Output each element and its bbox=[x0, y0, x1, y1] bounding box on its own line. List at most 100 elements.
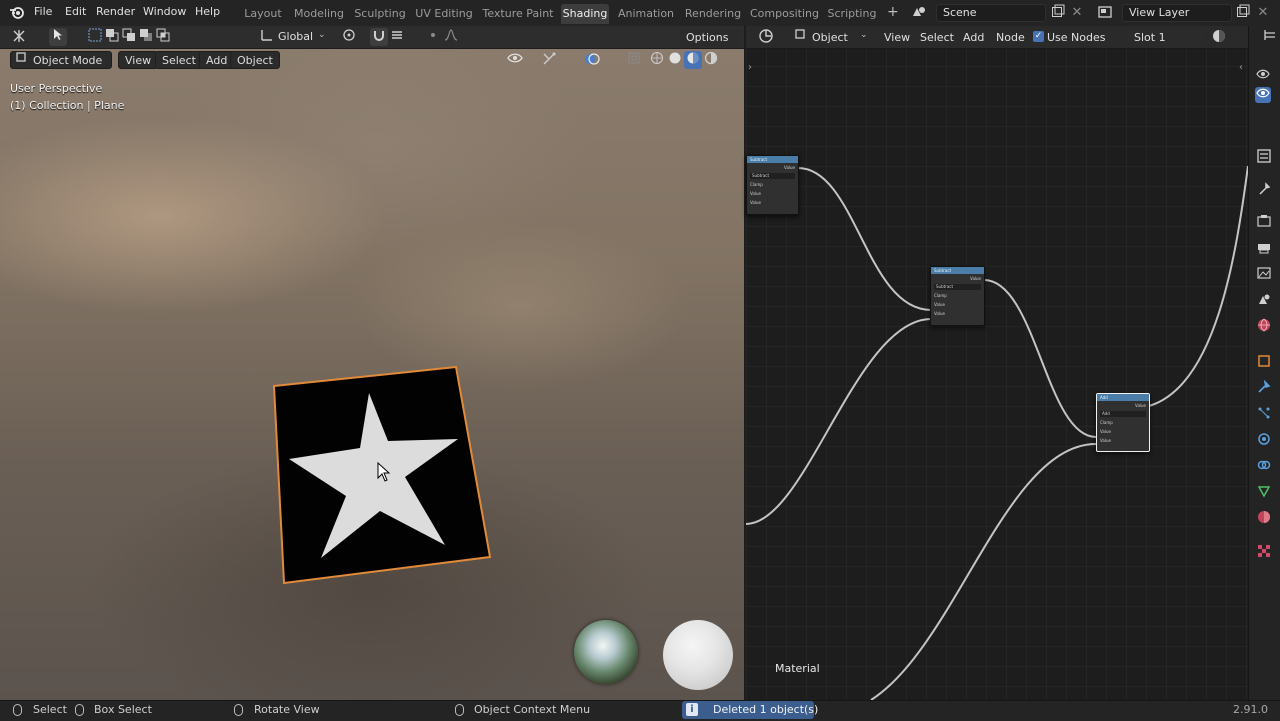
math-node-subtract[interactable]: Subtract Value Subtract Clamp Value Valu… bbox=[746, 155, 799, 215]
select-mode-extend-icon[interactable] bbox=[103, 28, 121, 46]
node-title: Add bbox=[1097, 394, 1149, 401]
world-icon[interactable] bbox=[1256, 318, 1272, 334]
menu-file[interactable]: File bbox=[34, 5, 52, 18]
menu-view[interactable]: View bbox=[118, 51, 159, 69]
node-operation-select[interactable]: Add bbox=[1100, 411, 1146, 417]
visibility-icon[interactable] bbox=[506, 51, 524, 69]
pivot-point-icon[interactable] bbox=[340, 28, 358, 46]
properties-editor-icon[interactable] bbox=[1256, 148, 1272, 164]
output-icon[interactable] bbox=[1256, 240, 1272, 256]
menu-select[interactable]: Select bbox=[155, 51, 203, 69]
mouse-drag-icon bbox=[75, 704, 84, 716]
solid-shading-icon[interactable] bbox=[666, 51, 684, 69]
node-input-label: Value bbox=[750, 191, 761, 196]
view-layer-field[interactable]: View Layer bbox=[1122, 4, 1232, 22]
node-clamp-checkbox[interactable]: Clamp bbox=[1097, 418, 1149, 427]
tool-icon[interactable] bbox=[1256, 182, 1272, 198]
rendered-shading-icon[interactable] bbox=[702, 51, 720, 69]
render-icon[interactable] bbox=[1256, 214, 1272, 230]
mouse-left-icon bbox=[13, 704, 22, 716]
node-operation-select[interactable]: Subtract bbox=[750, 173, 795, 179]
menu-object[interactable]: Object bbox=[230, 51, 280, 69]
options-dropdown[interactable]: Options bbox=[680, 29, 740, 47]
top-menu-bar: File Edit Render Window Help Layout Mode… bbox=[0, 0, 1280, 27]
tab-layout[interactable]: Layout bbox=[243, 4, 283, 24]
viewport-collection-label: (1) Collection | Plane bbox=[10, 99, 125, 112]
add-workspace-button[interactable]: + bbox=[887, 4, 899, 20]
select-mode-subtract-icon[interactable] bbox=[120, 28, 138, 46]
tab-texture-paint[interactable]: Texture Paint bbox=[482, 4, 554, 24]
tab-uv-editing[interactable]: UV Editing bbox=[415, 4, 473, 24]
material-preview-shading-icon[interactable] bbox=[684, 51, 702, 69]
texture-icon[interactable] bbox=[1256, 544, 1272, 560]
chevron-down-icon: ⌄ bbox=[318, 30, 326, 40]
node-links bbox=[746, 165, 1248, 700]
view-layer-props-icon[interactable] bbox=[1256, 266, 1272, 282]
node-output-label: Value bbox=[970, 276, 981, 281]
node-title: Subtract bbox=[931, 267, 984, 274]
status-rotate-view-hint: Rotate View bbox=[254, 703, 320, 716]
viewport-perspective-label: User Perspective bbox=[10, 82, 103, 95]
tab-modeling[interactable]: Modeling bbox=[293, 4, 345, 24]
node-link bbox=[746, 318, 932, 525]
material-icon[interactable] bbox=[1256, 510, 1272, 526]
node-input-label: Value bbox=[934, 302, 945, 307]
particles-icon[interactable] bbox=[1256, 406, 1272, 422]
node-link bbox=[870, 443, 1097, 700]
scene-props-icon[interactable] bbox=[1256, 292, 1272, 308]
tab-scripting[interactable]: Scripting bbox=[826, 4, 878, 24]
node-clamp-checkbox[interactable]: Clamp bbox=[931, 291, 984, 300]
mouse-cursor-icon bbox=[377, 461, 391, 485]
select-mode-new-icon[interactable] bbox=[86, 28, 104, 46]
menu-help[interactable]: Help bbox=[195, 5, 220, 18]
constraints-icon[interactable] bbox=[1256, 458, 1272, 474]
editor-type-icon[interactable] bbox=[10, 28, 28, 46]
delete-scene-icon[interactable]: ✕ bbox=[1068, 4, 1086, 22]
snap-icon[interactable] bbox=[370, 28, 388, 46]
transform-orientation-icon bbox=[258, 28, 276, 46]
menu-window[interactable]: Window bbox=[143, 5, 186, 18]
math-node-add[interactable]: Add Value Add Clamp Value Value bbox=[1096, 393, 1150, 452]
math-node-subtract-2[interactable]: Subtract Value Subtract Clamp Value Valu… bbox=[930, 266, 985, 326]
node-clamp-checkbox[interactable]: Clamp bbox=[747, 180, 798, 189]
node-operation-select[interactable]: Subtract bbox=[934, 284, 981, 290]
mouse-right-icon bbox=[455, 704, 464, 716]
tab-shading[interactable]: Shading bbox=[561, 4, 609, 24]
xray-icon[interactable] bbox=[625, 51, 643, 69]
proportional-edit-icon[interactable] bbox=[424, 28, 442, 46]
menu-edit[interactable]: Edit bbox=[65, 5, 86, 18]
eye-icon[interactable] bbox=[1255, 68, 1271, 84]
blender-logo-icon[interactable] bbox=[8, 4, 26, 22]
overlays-icon[interactable] bbox=[583, 51, 601, 69]
menu-render[interactable]: Render bbox=[96, 5, 135, 18]
modifier-icon[interactable] bbox=[1256, 379, 1272, 396]
eye-active-icon[interactable] bbox=[1255, 87, 1271, 103]
node-link bbox=[797, 167, 932, 311]
physics-icon[interactable] bbox=[1256, 432, 1272, 448]
scene-field[interactable]: Scene bbox=[936, 4, 1046, 22]
tab-compositing[interactable]: Compositing bbox=[750, 4, 819, 24]
view-layer-icon[interactable] bbox=[1096, 4, 1114, 22]
scene-icon[interactable] bbox=[910, 4, 928, 22]
delete-view-layer-icon[interactable]: ✕ bbox=[1254, 4, 1272, 22]
node-input-label: Value bbox=[934, 311, 945, 316]
transform-orientation-dropdown[interactable]: Global bbox=[278, 30, 313, 43]
falloff-icon[interactable] bbox=[442, 28, 460, 46]
object-props-icon[interactable] bbox=[1256, 354, 1272, 370]
select-mode-invert-icon[interactable] bbox=[137, 28, 155, 46]
new-scene-icon[interactable] bbox=[1049, 4, 1067, 22]
tab-sculpting[interactable]: Sculpting bbox=[354, 4, 406, 24]
gizmo-icon[interactable] bbox=[540, 51, 558, 69]
wireframe-shading-icon[interactable] bbox=[648, 51, 666, 69]
select-tool-icon[interactable] bbox=[49, 28, 67, 46]
menu-add[interactable]: Add bbox=[199, 51, 235, 69]
tab-rendering[interactable]: Rendering bbox=[684, 4, 742, 24]
tab-animation[interactable]: Animation bbox=[617, 4, 675, 24]
outliner-icon[interactable] bbox=[1262, 28, 1278, 44]
status-select-hint: Select bbox=[33, 703, 67, 716]
data-icon[interactable] bbox=[1256, 484, 1272, 500]
mouse-middle-icon bbox=[234, 704, 243, 716]
new-view-layer-icon[interactable] bbox=[1234, 4, 1252, 22]
select-mode-intersect-icon[interactable] bbox=[154, 28, 172, 46]
snap-target-icon[interactable] bbox=[388, 28, 406, 46]
